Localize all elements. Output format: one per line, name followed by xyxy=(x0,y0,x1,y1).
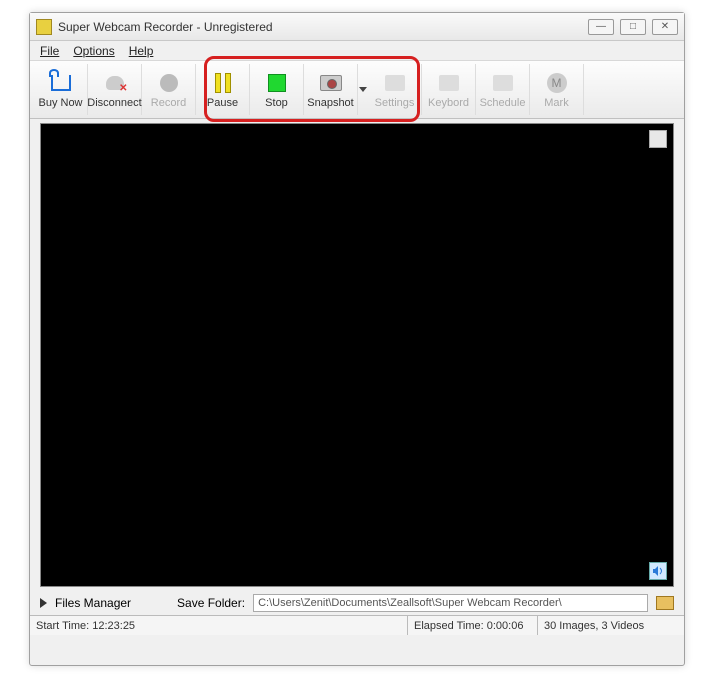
expand-files-icon[interactable] xyxy=(40,598,47,608)
speaker-icon[interactable] xyxy=(649,562,667,580)
maximize-button[interactable]: □ xyxy=(620,19,646,35)
chevron-down-icon xyxy=(359,87,367,92)
schedule-button[interactable]: Schedule xyxy=(476,64,530,115)
status-counts: 30 Images, 3 Videos xyxy=(538,616,684,635)
camera-icon xyxy=(319,71,343,95)
pause-button[interactable]: Pause xyxy=(196,64,250,115)
keyboard-icon xyxy=(437,71,461,95)
app-icon xyxy=(36,19,52,35)
titlebar: Super Webcam Recorder - Unregistered — □… xyxy=(30,13,684,41)
stop-button[interactable]: Stop xyxy=(250,64,304,115)
browse-folder-button[interactable] xyxy=(656,596,674,610)
toolbar: Buy Now Disconnect Record Pause Stop Sna… xyxy=(30,61,684,119)
save-folder-label: Save Folder: xyxy=(177,596,245,610)
menu-file[interactable]: File xyxy=(40,44,59,58)
minimize-button[interactable]: — xyxy=(588,19,614,35)
webcam-x-icon xyxy=(103,71,127,95)
close-button[interactable]: ✕ xyxy=(652,19,678,35)
buy-now-button[interactable]: Buy Now xyxy=(34,64,88,115)
mark-button[interactable]: M Mark xyxy=(530,64,584,115)
disconnect-button[interactable]: Disconnect xyxy=(88,64,142,115)
window-buttons: — □ ✕ xyxy=(588,19,678,35)
keyboard-button[interactable]: Keybord xyxy=(422,64,476,115)
files-manager-label[interactable]: Files Manager xyxy=(55,596,131,610)
window-title: Super Webcam Recorder - Unregistered xyxy=(58,20,588,34)
pause-icon xyxy=(211,71,235,95)
files-row: Files Manager Save Folder: xyxy=(30,591,684,615)
snapshot-button[interactable]: Snapshot xyxy=(304,64,358,115)
cart-icon xyxy=(49,71,73,95)
app-window: Super Webcam Recorder - Unregistered — □… xyxy=(29,12,685,666)
mark-icon: M xyxy=(545,71,569,95)
video-viewport xyxy=(40,123,674,587)
menu-options[interactable]: Options xyxy=(73,44,114,58)
record-icon xyxy=(157,71,181,95)
stop-icon xyxy=(265,71,289,95)
schedule-icon xyxy=(491,71,515,95)
menubar: File Options Help xyxy=(30,41,684,61)
settings-icon xyxy=(383,71,407,95)
menu-help[interactable]: Help xyxy=(129,44,154,58)
settings-button[interactable]: Settings xyxy=(368,64,422,115)
status-start-time: Start Time: 12:23:25 xyxy=(30,616,408,635)
overlay-icon[interactable] xyxy=(649,130,667,148)
snapshot-dropdown[interactable] xyxy=(358,64,368,115)
record-button[interactable]: Record xyxy=(142,64,196,115)
status-elapsed: Elapsed Time: 0:00:06 xyxy=(408,616,538,635)
statusbar: Start Time: 12:23:25 Elapsed Time: 0:00:… xyxy=(30,615,684,635)
save-folder-input[interactable] xyxy=(253,594,648,612)
